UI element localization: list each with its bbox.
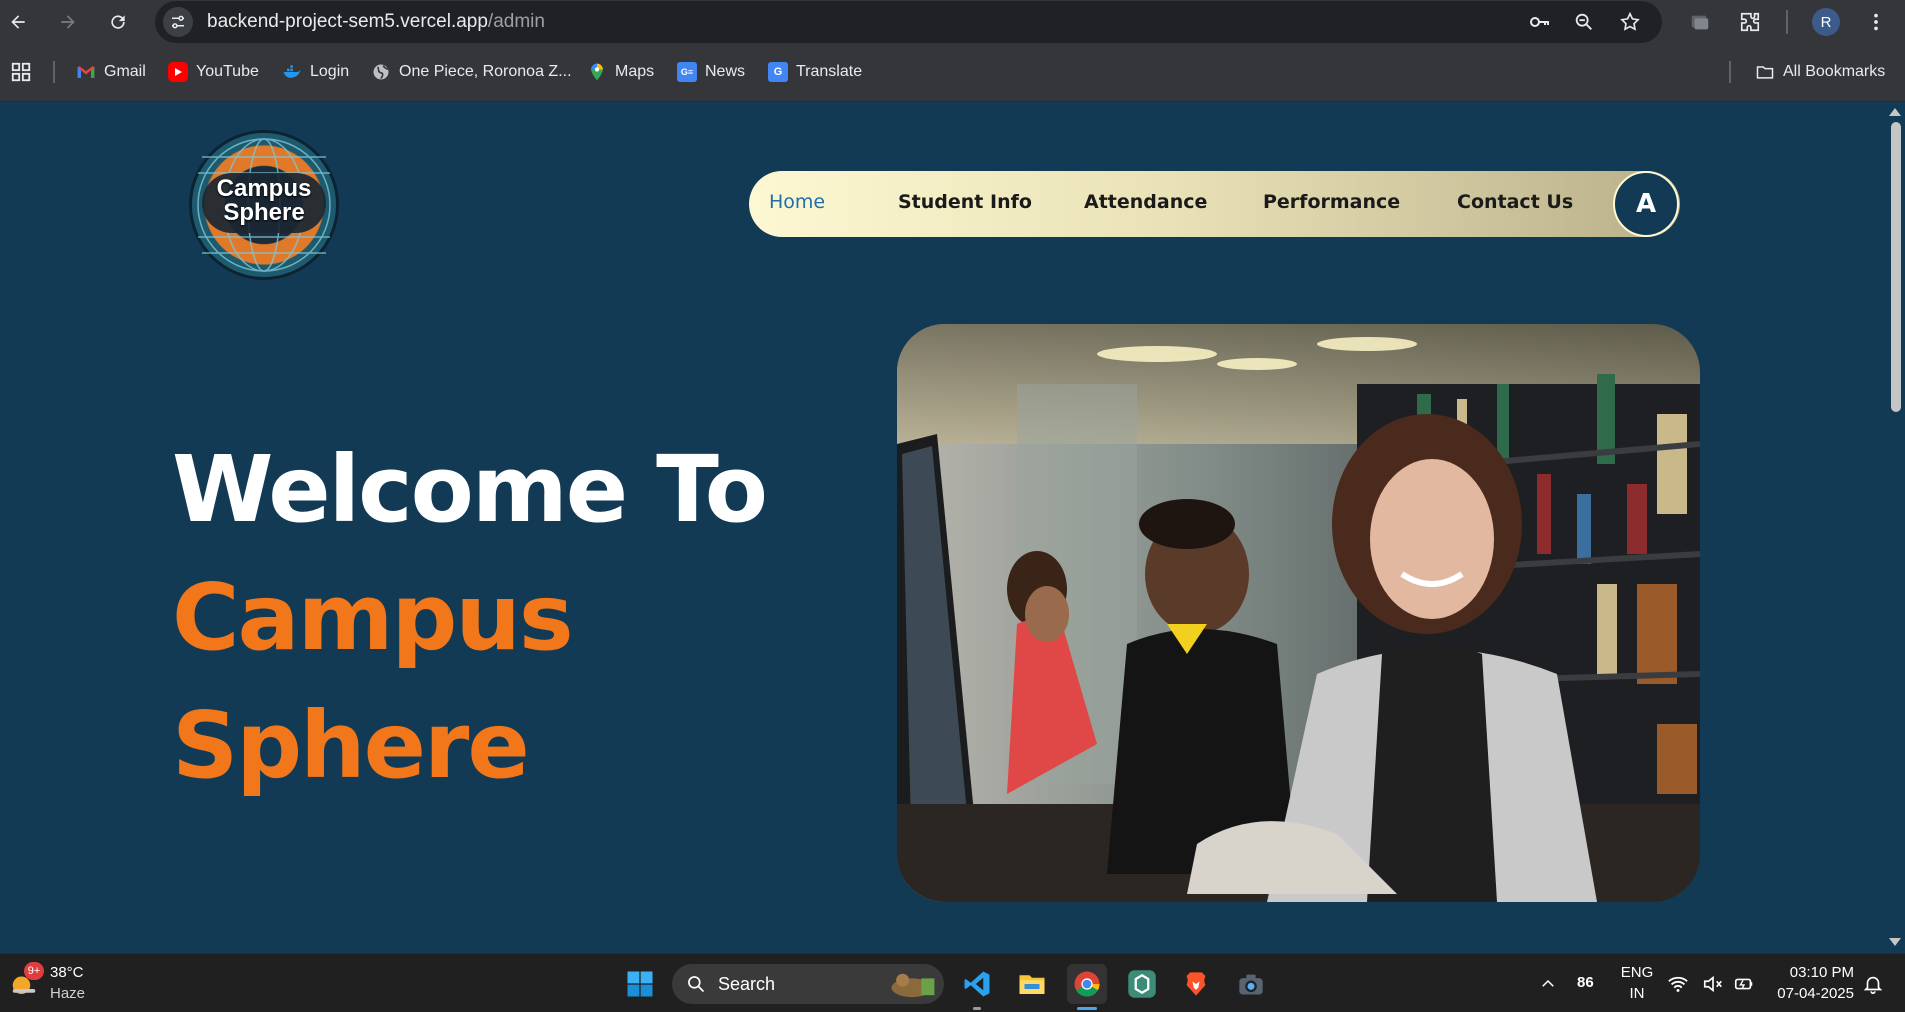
- address-bar[interactable]: backend-project-sem5.vercel.app/admin: [155, 1, 1662, 43]
- page-scrollbar[interactable]: [1885, 102, 1905, 953]
- globe-icon: [371, 62, 391, 82]
- bookmark-label: Translate: [796, 63, 863, 80]
- logo-line1: Campus: [216, 175, 312, 202]
- all-bookmarks-label: All Bookmarks: [1783, 63, 1886, 80]
- bookmark-star-icon[interactable]: [1618, 10, 1642, 34]
- logo-line2: Sphere: [223, 199, 305, 226]
- nav-home[interactable]: Home: [769, 191, 825, 213]
- language-line2[interactable]: IN: [1620, 985, 1654, 1002]
- scroll-down-icon[interactable]: [1889, 938, 1901, 946]
- bookmark-label: Gmail: [104, 63, 146, 80]
- docker-icon: [282, 62, 302, 82]
- forward-icon[interactable]: [52, 6, 84, 38]
- key-icon[interactable]: [1528, 10, 1552, 34]
- clock-date[interactable]: 07-04-2025: [1772, 985, 1854, 1002]
- nav-performance[interactable]: Performance: [1263, 191, 1400, 213]
- tray-chevron-up-icon[interactable]: [1528, 964, 1568, 1004]
- weather-temp[interactable]: 38°C: [50, 964, 84, 981]
- bookmark-label: Maps: [615, 63, 655, 80]
- bookmark-label: Login: [310, 63, 350, 80]
- hero-campus-text: Campus: [172, 564, 574, 671]
- app-running-indicator: [973, 1007, 981, 1010]
- battery-icon[interactable]: [1729, 964, 1759, 1004]
- bookmarks-bar: Gmail YouTube Login One Piece, Roronoa Z…: [0, 43, 1905, 102]
- url-text[interactable]: backend-project-sem5.vercel.app/admin: [207, 11, 545, 33]
- profile-avatar[interactable]: R: [1812, 8, 1840, 36]
- campus-sphere-logo[interactable]: Campus Sphere: [192, 133, 336, 277]
- bookmark-label: YouTube: [196, 63, 259, 80]
- start-button[interactable]: [620, 964, 660, 1004]
- hero-sphere-text: Sphere: [172, 692, 530, 799]
- bookmark-translate[interactable]: G Translate: [768, 60, 862, 84]
- language-line1[interactable]: ENG: [1620, 964, 1654, 981]
- scroll-thumb[interactable]: [1891, 122, 1901, 412]
- chrome-icon[interactable]: [1067, 964, 1107, 1004]
- windows-taskbar: 9+ 38°C Haze Search 86 ENG IN 03:10 PM 0…: [0, 953, 1905, 1012]
- search-label: Search: [718, 974, 776, 994]
- url-host: backend-project-sem5.vercel.app: [207, 11, 488, 32]
- toolbar-divider: [1786, 10, 1788, 34]
- search-icon: [688, 976, 705, 993]
- back-icon[interactable]: [2, 6, 34, 38]
- bookmarks-divider: [53, 61, 55, 83]
- bookmark-youtube[interactable]: YouTube: [168, 60, 259, 84]
- app-active-indicator: [1077, 1007, 1097, 1010]
- all-bookmarks-button[interactable]: All Bookmarks: [1755, 60, 1885, 84]
- apps-grid-icon[interactable]: [10, 60, 32, 84]
- site-info-icon[interactable]: [163, 7, 193, 37]
- page-viewport: Campus Sphere Home Student Info Attendan…: [0, 102, 1885, 953]
- gmail-icon: [76, 62, 96, 82]
- chatgpt-icon[interactable]: [1122, 964, 1162, 1004]
- clock-time[interactable]: 03:10 PM: [1772, 964, 1854, 981]
- translate-icon: G: [768, 62, 788, 82]
- logo-text: Campus Sphere: [200, 177, 328, 225]
- tab-search-icon[interactable]: [1686, 8, 1714, 36]
- weather-badge: 9+: [24, 962, 44, 980]
- nav-contact-us[interactable]: Contact Us: [1457, 191, 1573, 213]
- bookmark-login[interactable]: Login: [282, 60, 349, 84]
- folder-icon: [1755, 62, 1775, 82]
- tray-number[interactable]: 86: [1577, 974, 1594, 991]
- maps-icon: [587, 62, 607, 82]
- admin-avatar-button[interactable]: A: [1613, 171, 1679, 237]
- zoom-icon[interactable]: [1572, 10, 1596, 34]
- speaker-muted-icon[interactable]: [1698, 964, 1728, 1004]
- scroll-up-icon[interactable]: [1889, 108, 1901, 116]
- bookmark-label: One Piece, Roronoa Z...: [399, 63, 572, 80]
- bookmark-one-piece[interactable]: One Piece, Roronoa Z...: [371, 60, 572, 84]
- brave-icon[interactable]: [1176, 964, 1216, 1004]
- camera-icon[interactable]: [1231, 964, 1271, 1004]
- bookmark-label: News: [705, 63, 746, 80]
- weather-desc[interactable]: Haze: [50, 985, 85, 1002]
- bookmark-gmail[interactable]: Gmail: [76, 60, 146, 84]
- hero-students-library-image: [897, 324, 1700, 902]
- browser-toolbar: backend-project-sem5.vercel.app/admin R: [0, 0, 1905, 43]
- bookmark-news[interactable]: G≡ News: [677, 60, 745, 84]
- search-highlight-icon: [891, 973, 935, 998]
- vscode-icon[interactable]: [957, 964, 997, 1004]
- menu-kebab-icon[interactable]: [1862, 8, 1890, 36]
- nav-student-info[interactable]: Student Info: [898, 191, 1032, 213]
- youtube-icon: [168, 62, 188, 82]
- bookmark-maps[interactable]: Maps: [587, 60, 654, 84]
- url-path: /admin: [487, 11, 545, 32]
- file-explorer-icon[interactable]: [1012, 964, 1052, 1004]
- taskbar-search[interactable]: Search: [672, 964, 944, 1004]
- extensions-icon[interactable]: [1736, 8, 1764, 36]
- reload-icon[interactable]: [102, 6, 134, 38]
- wifi-icon[interactable]: [1663, 964, 1693, 1004]
- nav-attendance[interactable]: Attendance: [1084, 191, 1207, 213]
- library-photo-illustration: [897, 324, 1700, 902]
- hero-welcome-text: Welcome To: [172, 436, 768, 543]
- notification-bell-icon[interactable]: [1858, 964, 1888, 1004]
- bookmarks-divider: [1729, 61, 1731, 83]
- news-icon: G≡: [677, 62, 697, 82]
